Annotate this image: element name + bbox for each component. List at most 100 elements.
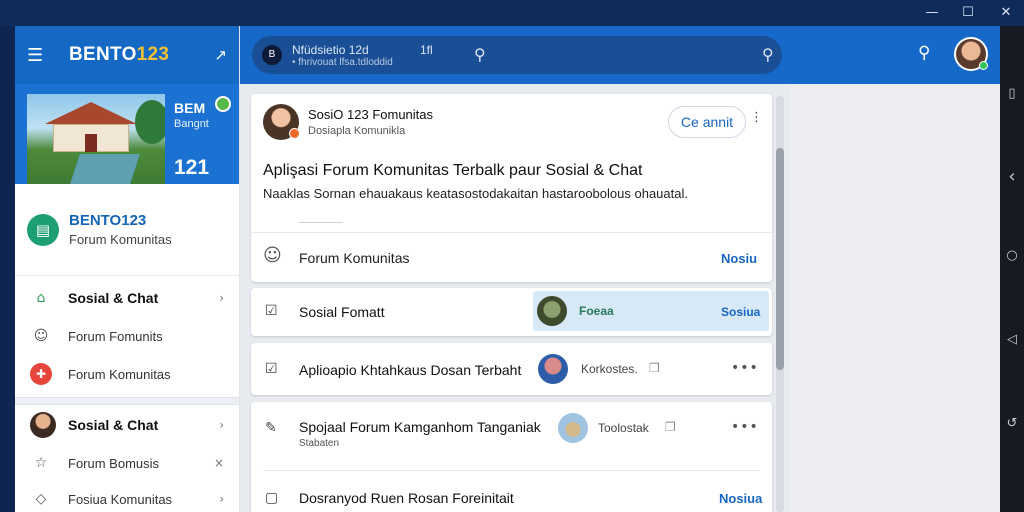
brand-logo[interactable]: BENTO123 [69, 44, 169, 66]
list-item-title[interactable]: Dosranyod Ruen Rosan Foreinitait [299, 490, 514, 506]
sidebar-item-sosial-chat-2[interactable]: Sosial & Chat › [15, 405, 239, 445]
list-item-title: Aplioapio Khtahkaus Dosan Terbaht [299, 362, 522, 378]
list-item-meta: Toolostak [598, 421, 649, 435]
online-dot-icon [215, 96, 231, 112]
list-item-meta: Korkostes. [581, 362, 638, 376]
hamburger-menu-icon[interactable]: ☰ [27, 45, 47, 66]
recents-icon[interactable]: ◁ [1000, 332, 1024, 347]
search-context-number: 1fl [420, 43, 433, 57]
search-input[interactable]: B Nfüdsietio 12d • fhrivouat lfsa.tdlodd… [252, 36, 782, 74]
checkbox-icon[interactable]: ☑ [265, 303, 278, 319]
sidebar-item-label: Fosiua Komunitas [68, 491, 173, 507]
community-icon: ▤ [27, 213, 59, 246]
list-item[interactable]: ☑ Sosial Fomatt Foeaa Sosiua [251, 288, 772, 336]
promo-number: 121 [174, 156, 210, 179]
sidebar-item-forum-komunitas[interactable]: ✚ Forum Komunitas [15, 355, 239, 393]
user-avatar[interactable] [558, 413, 588, 443]
sidebar-item-sosial-chat[interactable]: ⌂ Sosial & Chat › [15, 279, 239, 317]
highlight-chip[interactable]: Foeaa Sosiua [533, 291, 769, 331]
minimize-button[interactable]: — [914, 2, 950, 24]
smiley-icon: ☺ [263, 245, 282, 266]
community-subtitle: Forum Komunitas [69, 232, 172, 247]
post-title: Aplişasi Forum Komunitas Terbalk paur So… [263, 162, 643, 179]
post-author[interactable]: SosiO 123 Fomunitas [308, 107, 433, 122]
search-submit-icon[interactable]: ⚲ [762, 45, 774, 64]
chat-icon[interactable]: ▢ [265, 490, 278, 506]
global-search-icon[interactable]: ⚲ [918, 43, 930, 63]
badge-icon [289, 128, 300, 139]
checkbox-icon[interactable]: ☑ [265, 361, 278, 377]
more-options-icon[interactable]: ••• [731, 419, 759, 435]
home-icon: ⌂ [36, 290, 46, 306]
promo-banner[interactable]: BEM Bangnt 121 [15, 84, 239, 184]
star-icon: ☆ [34, 455, 48, 471]
chip-avatar [537, 296, 567, 326]
online-status-icon [979, 61, 988, 70]
more-options-icon[interactable]: ⋮ [750, 110, 763, 125]
scrollbar-thumb[interactable] [776, 148, 784, 370]
close-button[interactable]: ✕ [988, 2, 1024, 24]
shield-icon: ◇ [35, 491, 47, 507]
divider [251, 232, 772, 233]
list-item-subtitle: Stabaten [299, 438, 340, 449]
chevron-right-icon: › [219, 418, 224, 432]
house-image [27, 94, 165, 184]
user-avatar[interactable] [538, 354, 568, 384]
sidebar-item-label: Forum Komunitas [68, 366, 171, 382]
list-item-link[interactable]: Nosiua [719, 491, 762, 506]
document-icon: ❐ [649, 361, 660, 375]
person-icon: ☺ [33, 328, 49, 344]
list-group: ✎ Spojaal Forum Kamganhom Tanganiak Stab… [251, 402, 772, 512]
chevron-right-icon: › [219, 492, 224, 506]
sidebar-item-label: Forum Bomusis [68, 455, 160, 471]
sidebar-header: ☰ BENTO123 ↗ [15, 26, 239, 84]
post-link[interactable]: Nosiu [721, 251, 757, 266]
home-icon[interactable]: ○ [1000, 248, 1024, 263]
join-button[interactable]: Ce annit [668, 106, 746, 138]
search-context-subtitle: • fhrivouat lfsa.tdloddid [292, 57, 393, 68]
sidebar-item-label: Sosial & Chat [68, 290, 159, 306]
health-icon: ✚ [30, 363, 52, 385]
brand-accent: 123 [136, 44, 170, 65]
divider [263, 470, 760, 471]
community-name: BENTO123 [69, 212, 147, 229]
edit-icon[interactable]: ✎ [265, 420, 277, 436]
sidebar-item-forum-fomunits[interactable]: ☺ Forum Fomunits [15, 317, 239, 355]
brand-text: BENTO [69, 44, 137, 65]
user-avatar [30, 412, 56, 438]
right-pane [790, 84, 1000, 512]
sidebar-item-label: Forum Fomunits [68, 328, 163, 344]
sidebar-item-label: Sosial & Chat [68, 417, 159, 433]
search-context-title: Nfüdsietio 12d [292, 43, 369, 57]
window-title-bar: — ☐ ✕ [0, 0, 1024, 26]
sidebar-item-fosiua-komunitas[interactable]: ◇ Fosiua Komunitas › [15, 481, 239, 512]
chevron-right-icon: › [219, 291, 224, 305]
chip-link[interactable]: Sosiua [721, 305, 760, 319]
maximize-button[interactable]: ☐ [950, 2, 986, 24]
collapse-arrow-icon[interactable]: ↗ [214, 46, 227, 64]
divider [299, 222, 343, 223]
promo-subtitle: Bangnt [174, 118, 209, 130]
main-feed: SosiO 123 Fomunitas Dosiapla Komunikla C… [240, 84, 1000, 512]
rotate-icon[interactable]: ↺ [1000, 416, 1024, 431]
top-app-bar: B Nfüdsietio 12d • fhrivouat lfsa.tdlodd… [240, 26, 1000, 84]
chip-label: Foeaa [579, 304, 614, 318]
more-options-icon[interactable]: ••• [731, 360, 759, 376]
community-profile[interactable]: ▤ BENTO123 Forum Komunitas [15, 184, 239, 276]
close-icon[interactable]: × [214, 456, 224, 470]
sidebar: ☰ BENTO123 ↗ BEM Bangnt 121 ▤ BENTO123 F… [15, 26, 240, 512]
post-forum-label: Forum Komunitas [299, 250, 410, 266]
post-community: Dosiapla Komunikla [308, 125, 406, 137]
sidebar-divider [15, 397, 239, 405]
promo-title: BEM [174, 100, 206, 116]
list-item[interactable]: ☑ Aplioapio Khtahkaus Dosan Terbaht Kork… [251, 343, 772, 395]
post-card[interactable]: SosiO 123 Fomunitas Dosiapla Komunikla C… [251, 94, 772, 282]
list-item-title[interactable]: Spojaal Forum Kamganhom Tanganiak [299, 419, 541, 435]
sidebar-item-forum-bomusis[interactable]: ☆ Forum Bomusis × [15, 445, 239, 481]
post-body: Naaklas Sornan ehauakaus keatasostodakai… [263, 186, 688, 201]
search-icon[interactable]: ⚲ [474, 45, 486, 64]
device-nav-bar: ▯ ‹ ○ ◁ ↺ [1000, 26, 1024, 512]
list-item-title: Sosial Fomatt [299, 304, 385, 320]
menu-icon[interactable]: ▯ [1000, 86, 1024, 101]
back-icon[interactable]: ‹ [1000, 166, 1024, 187]
